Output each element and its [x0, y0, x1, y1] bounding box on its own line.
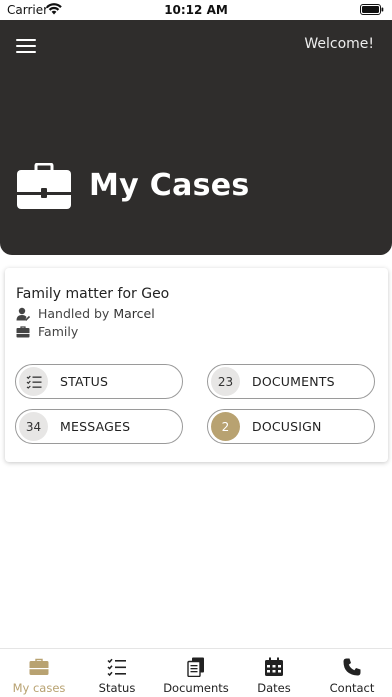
person-icon: [16, 307, 30, 321]
welcome-text: Welcome!: [304, 36, 374, 52]
tab-label: My cases: [12, 681, 66, 695]
docusign-button[interactable]: 2 DOCUSIGN: [207, 409, 375, 444]
checklist-icon: [19, 367, 48, 396]
case-card: Family matter for Geo Handled by Marcel …: [5, 268, 388, 462]
tab-dates[interactable]: Dates: [235, 655, 313, 695]
tab-status[interactable]: Status: [78, 655, 156, 695]
tab-contact[interactable]: Contact: [313, 655, 391, 695]
handler-name: Marcel: [113, 306, 155, 321]
calendar-icon: [265, 657, 283, 676]
messages-button[interactable]: 34 MESSAGES: [15, 409, 183, 444]
briefcase-icon: [29, 658, 49, 675]
documents-button[interactable]: 23 DOCUMENTS: [207, 364, 375, 399]
checklist-icon: [107, 658, 126, 677]
category-label: Family: [38, 324, 79, 339]
documents-count-badge: 23: [211, 367, 240, 396]
tab-label: Dates: [257, 681, 291, 695]
case-title: Family matter for Geo: [16, 286, 170, 302]
app-header: Welcome! My Cases: [0, 20, 392, 255]
tab-label: Contact: [329, 681, 375, 695]
briefcase-icon: [16, 325, 30, 337]
status-button-label: STATUS: [60, 374, 109, 389]
tab-label: Status: [98, 681, 136, 695]
messages-button-label: MESSAGES: [60, 419, 131, 434]
tab-documents[interactable]: Documents: [157, 655, 235, 695]
tab-my-cases[interactable]: My cases: [0, 655, 78, 695]
messages-count-badge: 34: [19, 412, 48, 441]
case-handler: Handled by Marcel: [16, 306, 155, 321]
page-title: My Cases: [89, 168, 250, 203]
docusign-count-badge: 2: [211, 412, 240, 441]
docusign-button-label: DOCUSIGN: [252, 419, 322, 434]
briefcase-icon: [17, 163, 71, 209]
case-category: Family: [16, 324, 78, 339]
phone-icon: [343, 658, 361, 676]
handled-by-label: Handled by: [38, 306, 110, 321]
clock: 10:12 AM: [164, 3, 228, 17]
hamburger-menu-icon[interactable]: [16, 39, 36, 55]
documents-button-label: DOCUMENTS: [252, 374, 335, 389]
status-bar: Carrier 10:12 AM: [0, 0, 392, 20]
bottom-tab-bar: My cases Status Documents Dates Contact: [0, 648, 392, 697]
battery-icon: [360, 4, 384, 15]
status-button[interactable]: STATUS: [15, 364, 183, 399]
tab-label: Documents: [163, 681, 229, 695]
documents-icon: [187, 657, 204, 677]
